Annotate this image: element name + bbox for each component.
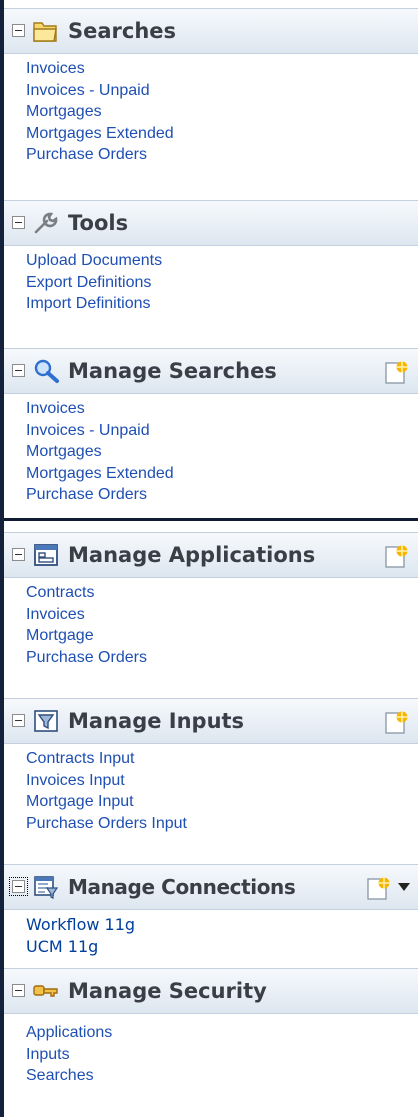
link-item[interactable]: Contracts: [26, 582, 418, 604]
collapse-toggle-icon[interactable]: [9, 877, 28, 896]
filter-funnel-icon: [34, 710, 58, 732]
link-list: Invoices Invoices - Unpaid Mortgages Mor…: [4, 394, 418, 506]
panel-manage-inputs: Manage Inputs Contracts Input Invoices I…: [4, 698, 418, 834]
navigation-sidebar: Searches Invoices Invoices - Unpaid Mort…: [0, 0, 418, 1117]
collapse-toggle-icon[interactable]: [12, 714, 25, 727]
link-list: Invoices Invoices - Unpaid Mortgages Mor…: [4, 54, 418, 166]
collapse-toggle-icon[interactable]: [12, 984, 25, 997]
link-list: Contracts Input Invoices Input Mortgage …: [4, 744, 418, 834]
panel-header-manage-applications: Manage Applications: [4, 532, 418, 578]
panel-title: Manage Security: [68, 979, 267, 1003]
new-item-icon[interactable]: [366, 875, 392, 901]
link-item[interactable]: Invoices: [26, 604, 418, 626]
left-border: [0, 0, 4, 1117]
panel-manage-searches: Manage Searches Invoices Invoices - Unpa…: [4, 348, 418, 506]
panel-header-searches: Searches: [4, 8, 418, 54]
panel-header-manage-inputs: Manage Inputs: [4, 698, 418, 744]
panel-header-tools: Tools: [4, 200, 418, 246]
folder-icon: [33, 22, 57, 42]
panel-header-manage-connections: Manage Connections: [4, 864, 418, 910]
link-item[interactable]: Mortgages Extended: [26, 123, 418, 145]
panel-header-manage-security: Manage Security: [4, 968, 418, 1014]
link-item[interactable]: Workflow 11g: [26, 914, 418, 936]
link-item[interactable]: Purchase Orders: [26, 484, 418, 506]
panel-title: Manage Searches: [68, 359, 277, 383]
new-item-icon[interactable]: [384, 543, 410, 569]
link-item[interactable]: Applications: [26, 1022, 418, 1044]
link-item[interactable]: Inputs: [26, 1044, 418, 1066]
collapse-toggle-icon[interactable]: [12, 216, 25, 229]
collapse-toggle-icon[interactable]: [12, 24, 25, 37]
link-item[interactable]: UCM 11g: [26, 936, 418, 958]
panel-title: Manage Connections: [68, 875, 296, 899]
link-item[interactable]: Purchase Orders: [26, 144, 418, 166]
collapse-toggle-icon[interactable]: [12, 548, 25, 561]
link-item[interactable]: Mortgage: [26, 625, 418, 647]
link-item[interactable]: Purchase Orders Input: [26, 813, 418, 835]
panel-title: Tools: [68, 211, 129, 235]
link-item[interactable]: Export Definitions: [26, 272, 418, 294]
link-item[interactable]: Purchase Orders: [26, 647, 418, 669]
collapse-toggle-icon[interactable]: [12, 364, 25, 377]
panel-tools: Tools Upload Documents Export Definition…: [4, 200, 418, 315]
link-list: Workflow 11g UCM 11g: [4, 910, 418, 958]
link-item[interactable]: Invoices - Unpaid: [26, 80, 418, 102]
panel-manage-security: Manage Security Applications Inputs Sear…: [4, 968, 418, 1087]
panel-manage-connections: Manage Connections Workflow 11g UCM 11g: [4, 864, 418, 958]
link-item[interactable]: Invoices: [26, 58, 418, 80]
link-item[interactable]: Mortgage Input: [26, 791, 418, 813]
new-item-icon[interactable]: [384, 359, 410, 385]
panel-header-manage-searches: Manage Searches: [4, 348, 418, 394]
link-item[interactable]: Import Definitions: [26, 293, 418, 315]
link-list: Upload Documents Export Definitions Impo…: [4, 246, 418, 315]
panel-title: Manage Applications: [68, 543, 316, 567]
dropdown-arrow-icon[interactable]: [397, 882, 411, 892]
connection-form-icon: [34, 876, 59, 899]
link-item[interactable]: Upload Documents: [26, 250, 418, 272]
panel-title: Manage Inputs: [68, 709, 245, 733]
link-item[interactable]: Contracts Input: [26, 748, 418, 770]
wrench-icon: [34, 212, 58, 234]
new-item-icon[interactable]: [384, 709, 410, 735]
link-item[interactable]: Mortgages: [26, 101, 418, 123]
panel-manage-applications: Manage Applications Contracts Invoices M…: [4, 532, 418, 668]
panel-searches: Searches Invoices Invoices - Unpaid Mort…: [4, 8, 418, 166]
link-item[interactable]: Invoices Input: [26, 770, 418, 792]
section-divider: [4, 518, 418, 521]
link-item[interactable]: Invoices - Unpaid: [26, 420, 418, 442]
link-item[interactable]: Mortgages: [26, 441, 418, 463]
panel-title: Searches: [68, 19, 177, 43]
link-item[interactable]: Searches: [26, 1065, 418, 1087]
link-list: Contracts Invoices Mortgage Purchase Ord…: [4, 578, 418, 668]
link-list: Applications Inputs Searches: [4, 1014, 418, 1087]
link-item[interactable]: Invoices: [26, 398, 418, 420]
magnifier-icon: [34, 359, 59, 383]
link-item[interactable]: Mortgages Extended: [26, 463, 418, 485]
key-icon: [33, 985, 58, 997]
application-window-icon: [34, 544, 58, 566]
